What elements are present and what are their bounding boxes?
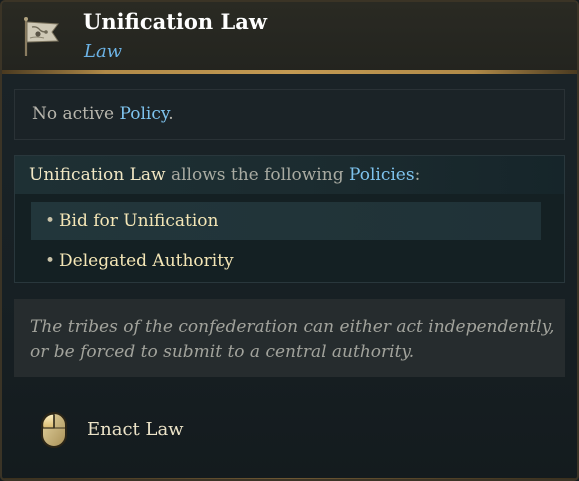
heading-middle: allows the following [165, 165, 349, 185]
status-prefix: No active [32, 104, 120, 124]
policy-item-label: Bid for Unification [59, 211, 219, 231]
enact-law-label: Enact Law [87, 419, 184, 440]
bullet-glyph: • [45, 211, 56, 231]
policy-item-label: Delegated Authority [59, 251, 234, 271]
tooltip-header: Unification Law Law [2, 2, 577, 72]
policy-item-bid-for-unification[interactable]: • Bid for Unification [31, 202, 541, 240]
policy-status-text: No active Policy. [32, 104, 174, 124]
status-suffix: . [168, 104, 174, 124]
bullet-glyph: • [45, 251, 56, 271]
header-divider [2, 70, 577, 74]
allowed-policies-box: Unification Law allows the following Pol… [14, 155, 565, 283]
allowed-policies-header: Unification Law allows the following Pol… [15, 156, 564, 194]
allowed-policies-heading: Unification Law allows the following Pol… [29, 165, 420, 185]
banner-flag-icon [24, 17, 59, 56]
law-tooltip: Unification Law Law No active Policy. Un… [0, 0, 579, 481]
tooltip-title: Unification Law [83, 9, 267, 34]
policies-keyword[interactable]: Policies [349, 165, 415, 185]
enact-law-action[interactable]: Enact Law [36, 411, 236, 451]
mouse-left-click-icon [41, 412, 67, 448]
flavor-description-text: The tribes of the confederation can eith… [30, 317, 555, 362]
law-name-keyword[interactable]: Unification Law [29, 165, 166, 185]
policy-item-delegated-authority[interactable]: • Delegated Authority [31, 242, 541, 280]
flavor-description-box: The tribes of the confederation can eith… [14, 299, 565, 377]
tooltip-subtitle: Law [84, 41, 123, 62]
heading-suffix: : [414, 165, 421, 185]
policy-keyword[interactable]: Policy [120, 104, 169, 124]
policy-status-box: No active Policy. [14, 89, 565, 140]
